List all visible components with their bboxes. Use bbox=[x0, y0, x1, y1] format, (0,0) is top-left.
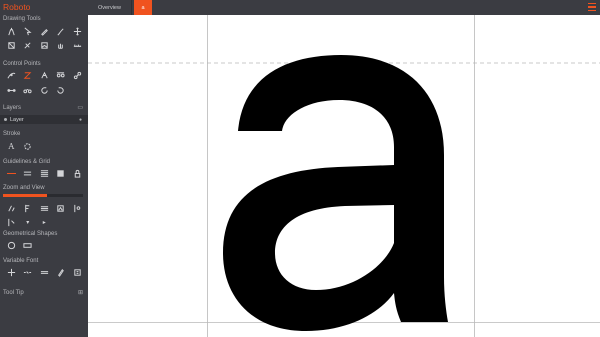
interpolate-icon[interactable] bbox=[20, 266, 37, 279]
pen-tool-icon[interactable] bbox=[3, 25, 20, 38]
layer-bullet-icon bbox=[4, 118, 7, 121]
corner-point-icon[interactable] bbox=[20, 69, 37, 82]
reverse-direction-icon[interactable] bbox=[36, 84, 53, 97]
section-layers: Layers bbox=[3, 105, 22, 111]
zoom-row-1 bbox=[3, 202, 86, 215]
edit-master-icon[interactable] bbox=[53, 266, 70, 279]
fit-height-icon[interactable] bbox=[20, 202, 37, 215]
lock-guides-icon[interactable] bbox=[69, 167, 86, 180]
hamburger-menu-icon[interactable] bbox=[588, 3, 596, 11]
guidelines-row bbox=[3, 167, 86, 180]
tab-bar: Overview a bbox=[88, 0, 600, 15]
move-tool-icon[interactable] bbox=[69, 25, 86, 38]
tooltip-toggle-icon[interactable]: ⊞ bbox=[78, 289, 83, 296]
rotate-icon[interactable] bbox=[53, 84, 70, 97]
tools-sidebar: Roboto Drawing Tools Control Points Laye… bbox=[0, 0, 88, 337]
layer-visibility-icon[interactable]: ● bbox=[79, 117, 82, 123]
shape-tool-icon[interactable] bbox=[3, 39, 20, 52]
shapes-row bbox=[3, 239, 36, 252]
zoom-slider[interactable] bbox=[3, 194, 83, 197]
image-tool-icon[interactable] bbox=[36, 39, 53, 52]
preview-icon[interactable] bbox=[53, 202, 70, 215]
glyph-canvas[interactable] bbox=[88, 15, 600, 337]
connect-points-icon[interactable] bbox=[3, 84, 20, 97]
rectangle-shape-icon[interactable] bbox=[20, 239, 37, 252]
pencil-tool-icon[interactable] bbox=[36, 25, 53, 38]
sidebearing-icon[interactable] bbox=[3, 216, 20, 229]
grid-icon[interactable] bbox=[53, 167, 70, 180]
tab-overview[interactable]: Overview bbox=[88, 0, 132, 15]
font-name: Roboto bbox=[3, 2, 31, 12]
masters-icon[interactable] bbox=[36, 266, 53, 279]
glyph-editor: Roboto Drawing Tools Control Points Laye… bbox=[0, 0, 600, 337]
hand-tool-icon[interactable] bbox=[53, 39, 70, 52]
tab-glyph-a[interactable]: a bbox=[134, 0, 152, 15]
glyph-a-shape[interactable] bbox=[223, 55, 448, 331]
drawing-tools-row-1 bbox=[3, 25, 86, 38]
section-guidelines-grid: Guidelines & Grid bbox=[3, 159, 51, 165]
list-guide-icon[interactable] bbox=[36, 167, 53, 180]
layer-name: Layer bbox=[10, 116, 24, 123]
double-guide-icon[interactable] bbox=[20, 167, 37, 180]
control-points-row-2 bbox=[3, 84, 69, 97]
break-points-icon[interactable] bbox=[20, 84, 37, 97]
zoom-out-icon[interactable]: ▾ bbox=[20, 216, 37, 229]
section-zoom-view: Zoom and View bbox=[3, 185, 45, 191]
fit-lines-icon[interactable] bbox=[36, 202, 53, 215]
ellipse-shape-icon[interactable] bbox=[3, 239, 20, 252]
section-tool-tip: Tool Tip bbox=[3, 290, 24, 296]
instance-icon[interactable] bbox=[69, 266, 86, 279]
layer-item[interactable]: Layer ● bbox=[0, 115, 88, 124]
smooth-point-icon[interactable] bbox=[3, 69, 20, 82]
stroke-circle-icon[interactable] bbox=[20, 140, 37, 153]
fit-width-icon[interactable] bbox=[3, 202, 20, 215]
glyph-outline bbox=[223, 55, 448, 331]
axis-crosshair-icon[interactable] bbox=[3, 266, 20, 279]
variable-font-row bbox=[3, 266, 86, 279]
zoom-slider-fill bbox=[3, 194, 47, 197]
knife-tool-icon[interactable] bbox=[20, 39, 37, 52]
section-variable-font: Variable Font bbox=[3, 258, 39, 264]
section-control-points: Control Points bbox=[3, 61, 41, 67]
tangent-point-icon[interactable] bbox=[36, 69, 53, 82]
drawing-tools-row-2 bbox=[3, 39, 86, 52]
link-points-icon[interactable] bbox=[69, 69, 86, 82]
section-drawing-tools: Drawing Tools bbox=[3, 16, 41, 22]
align-points-icon[interactable] bbox=[53, 69, 70, 82]
zoom-in-icon[interactable]: ▸ bbox=[36, 216, 53, 229]
stroke-row: A bbox=[3, 140, 36, 153]
add-layer-icon[interactable]: ▭ bbox=[77, 104, 83, 111]
control-points-row-1 bbox=[3, 69, 86, 82]
brush-tool-icon[interactable] bbox=[53, 25, 70, 38]
section-geometrical-shapes: Geometrical Shapes bbox=[3, 231, 58, 237]
section-stroke: Stroke bbox=[3, 131, 21, 137]
metrics-icon[interactable] bbox=[69, 202, 86, 215]
arrow-tool-icon[interactable] bbox=[20, 25, 37, 38]
stroke-text-icon[interactable]: A bbox=[3, 140, 20, 153]
horizontal-guide-icon[interactable] bbox=[3, 167, 20, 180]
ruler-tool-icon[interactable] bbox=[69, 39, 86, 52]
zoom-row-2: ▾ ▸ bbox=[3, 216, 53, 229]
